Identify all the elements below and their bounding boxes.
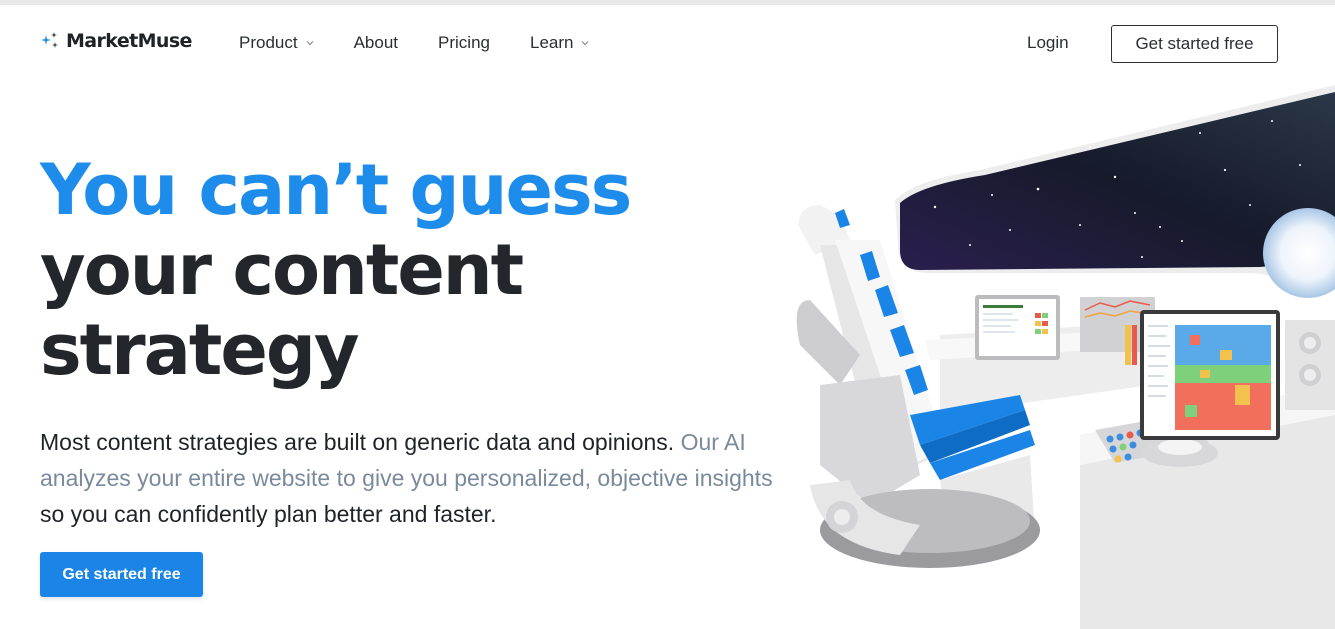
chevron-down-icon bbox=[582, 41, 589, 46]
main-nav: Product About Pricing Learn bbox=[239, 33, 629, 53]
nav-item-label: Product bbox=[239, 33, 298, 52]
get-started-button-nav[interactable]: Get started free bbox=[1111, 25, 1278, 63]
nav-item-product[interactable]: Product bbox=[239, 33, 314, 53]
nav-item-label: About bbox=[353, 33, 399, 52]
headline-line-3: strategy bbox=[40, 309, 360, 391]
headline-line-1: You can’t guess bbox=[40, 149, 632, 231]
headline-line-2: your content bbox=[40, 229, 524, 311]
heatmap-grid bbox=[1175, 325, 1271, 430]
logo[interactable]: MarketMuse bbox=[40, 30, 192, 52]
nav-item-learn[interactable]: Learn bbox=[530, 33, 589, 53]
nav-item-pricing[interactable]: Pricing bbox=[438, 33, 490, 53]
login-link[interactable]: Login bbox=[1027, 33, 1069, 53]
lede-text-2: so you can confidently plan better and f… bbox=[40, 501, 497, 527]
hero-headline: You can’t guess your content strategy bbox=[40, 149, 632, 391]
chevron-down-icon bbox=[306, 41, 314, 46]
brand-name: MarketMuse bbox=[66, 30, 192, 52]
hero-description: Most content strategies are built on gen… bbox=[40, 424, 785, 532]
get-started-button-hero[interactable]: Get started free bbox=[40, 552, 203, 597]
nav-item-label: Pricing bbox=[438, 33, 490, 52]
spaceship-cockpit-illustration bbox=[796, 85, 1335, 629]
lede-text-1: Most content strategies are built on gen… bbox=[40, 429, 681, 455]
nav-item-label: Learn bbox=[530, 33, 574, 52]
nav-item-about[interactable]: About bbox=[354, 33, 398, 53]
sparkle-icon bbox=[41, 32, 58, 48]
top-border bbox=[0, 0, 1335, 5]
